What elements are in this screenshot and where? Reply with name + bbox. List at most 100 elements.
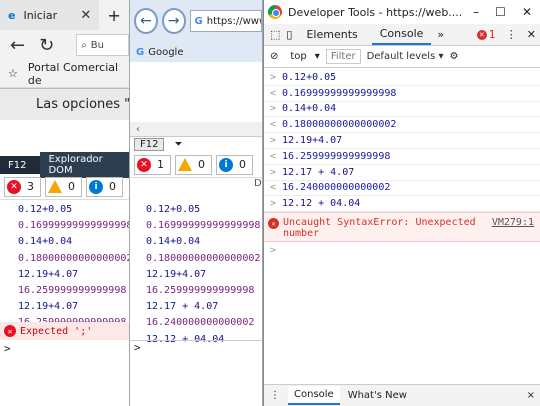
new-tab-button[interactable]: + xyxy=(99,0,129,30)
ie-console-prompt[interactable]: > xyxy=(130,340,262,360)
close-tab-icon[interactable]: ✕ xyxy=(80,8,91,23)
console-prompt[interactable]: > xyxy=(264,242,540,258)
refresh-icon[interactable]: ↻ xyxy=(39,35,54,56)
error-counter[interactable]: ✕ 1 xyxy=(476,28,496,41)
drawer-tab-console[interactable]: Console xyxy=(288,386,340,405)
console-line: 0.12+0.05 xyxy=(18,204,73,215)
back-button[interactable]: ← xyxy=(134,8,158,34)
console-filter-bar: ⊘ top ▾ Filter Default levels ▾ ⚙ xyxy=(264,46,540,68)
ie-address-bar[interactable]: G https://www. xyxy=(189,10,262,32)
console-filter-input[interactable]: Filter xyxy=(325,49,361,64)
result-chevron-icon: < xyxy=(269,87,277,99)
tab-dom-explorer[interactable]: Explorador DOM xyxy=(40,152,129,178)
ie-tab[interactable]: G Google xyxy=(130,42,262,62)
context-value: top xyxy=(290,51,307,62)
result-chevron-icon: < xyxy=(269,150,277,162)
console-entry: <0.18000000000000002 xyxy=(264,117,540,134)
f12-label: F12 xyxy=(134,138,165,151)
filter-funnel-icon[interactable]: ⏷ xyxy=(174,139,182,150)
warning-filter-button[interactable]: 0 xyxy=(175,154,212,175)
edge-tab-title: Iniciar xyxy=(23,8,58,22)
console-line: 12.17 + 4.07 xyxy=(282,166,355,178)
kebab-menu-icon[interactable]: ⋮ xyxy=(502,28,521,41)
error-icon: ✕ xyxy=(268,218,279,230)
warning-count: 0 xyxy=(198,158,205,171)
warning-count: 0 xyxy=(68,180,75,193)
edge-error-text: Expected ';' xyxy=(20,325,93,337)
error-source-link[interactable]: VM279:1 xyxy=(492,217,540,228)
console-entry: <16.240000000000002 xyxy=(264,181,540,197)
page-text: Las opciones "Ins xyxy=(36,97,130,112)
info-icon: i xyxy=(219,157,233,172)
horizontal-scrollbar[interactable]: ‹ xyxy=(130,122,262,136)
ie-message-filters: ✕ 1 0 i 0 xyxy=(130,152,262,178)
console-entry: >12.12 + 04.04 xyxy=(264,196,540,213)
warning-filter-button[interactable]: 0 xyxy=(45,176,82,197)
close-drawer-icon[interactable]: × xyxy=(527,390,540,401)
error-count: 1 xyxy=(157,158,164,171)
warning-icon xyxy=(178,158,192,171)
edge-tab-strip: e Iniciar ✕ + xyxy=(0,0,129,30)
address-text: Bu xyxy=(90,39,104,51)
settings-gear-icon[interactable]: ⚙ xyxy=(449,51,458,62)
drawer-menu-icon[interactable]: ⋮ xyxy=(270,390,280,401)
google-favicon-icon: G xyxy=(136,46,145,58)
info-filter-button[interactable]: i 0 xyxy=(86,176,123,197)
info-filter-button[interactable]: i 0 xyxy=(216,154,253,175)
console-error-entry: ✕ Uncaught SyntaxError: Unexpected number… xyxy=(264,212,540,243)
console-line: 12.17 + 4.07 xyxy=(146,301,219,313)
tab-elements[interactable]: Elements xyxy=(298,25,365,44)
console-entry: >12.19+4.07 xyxy=(264,133,540,149)
inspect-element-icon[interactable]: ⬚ xyxy=(270,28,280,41)
console-line: 0.12+0.05 xyxy=(146,204,201,215)
drawer-tab-whats-new[interactable]: What's New xyxy=(348,390,407,401)
input-chevron-icon: > xyxy=(269,71,277,83)
console-line: 0.16999999999999998 xyxy=(146,220,261,232)
forward-button[interactable]: → xyxy=(161,8,186,34)
console-line: 12.19+4.07 xyxy=(282,135,343,147)
log-levels-dropdown[interactable]: Default levels ▾ xyxy=(367,51,444,62)
clear-console-icon[interactable]: ⊘ xyxy=(270,51,278,62)
context-selector[interactable]: top ▾ xyxy=(284,51,319,62)
favorites-star-icon[interactable]: ☆ xyxy=(8,67,18,80)
more-tabs-button[interactable]: » xyxy=(437,28,444,41)
console-line: 12.19+4.07 xyxy=(18,268,79,280)
close-window-icon[interactable]: ✕ xyxy=(522,5,532,19)
device-toolbar-icon[interactable]: ▯ xyxy=(286,28,292,41)
result-chevron-icon: < xyxy=(269,182,277,194)
edge-nav-bar: ← ↻ ⌕ Bu xyxy=(0,30,129,60)
console-line: 0.16999999999999998 xyxy=(282,87,397,99)
console-line: 16.240000000000002 xyxy=(146,317,255,329)
console-line: 0.14+0.04 xyxy=(282,103,337,115)
error-filter-button[interactable]: ✕ 1 xyxy=(134,154,171,175)
error-message: Uncaught SyntaxError: Unexpected number xyxy=(283,217,476,240)
edge-console-output: 0.12+0.05 0.16999999999999998 0.14+0.04 0.1… xyxy=(0,200,129,332)
console-entry: >12.17 + 4.07 xyxy=(264,165,540,181)
scroll-left-icon[interactable]: ‹ xyxy=(136,124,140,135)
console-line: 16.240000000000002 xyxy=(282,182,391,194)
edge-message-filters: ✕ 3 0 i 0 xyxy=(0,174,129,200)
edge-console-prompt[interactable]: > xyxy=(4,342,11,355)
console-entry: <16.259999999999998 xyxy=(264,149,540,165)
minimize-icon[interactable]: – xyxy=(473,5,479,19)
ie-page-body xyxy=(130,62,262,122)
console-line: 0.14+0.04 xyxy=(146,236,201,248)
window-controls: – ☐ ✕ xyxy=(473,5,540,19)
favorites-bar: ☆ Portal Comercial de xyxy=(0,60,129,88)
error-icon: ✕ xyxy=(137,157,151,172)
close-devtools-icon[interactable]: ✕ xyxy=(527,28,540,41)
ie-window: ← → G https://www. G Google ‹ F12 ⏷ ✕ 1 … xyxy=(130,0,263,406)
edge-page-banner: Las opciones "Ins xyxy=(0,88,129,120)
ie-column-header: De xyxy=(254,178,262,189)
devtools-tab-bar: ⬚ ▯ Elements Console » ✕ 1 ⋮ ✕ xyxy=(264,24,540,46)
error-icon: ✕ xyxy=(476,29,487,40)
edge-address-bar[interactable]: ⌕ Bu xyxy=(76,34,129,56)
maximize-icon[interactable]: ☐ xyxy=(495,5,506,19)
back-icon[interactable]: ← xyxy=(10,35,25,56)
error-filter-button[interactable]: ✕ 3 xyxy=(4,176,41,197)
favorite-link[interactable]: Portal Comercial de xyxy=(28,61,129,87)
tab-console[interactable]: Console xyxy=(371,24,432,45)
forward-arrow-icon: → xyxy=(167,13,180,29)
edge-tab[interactable]: e Iniciar ✕ xyxy=(0,0,100,30)
warning-icon xyxy=(48,180,62,193)
